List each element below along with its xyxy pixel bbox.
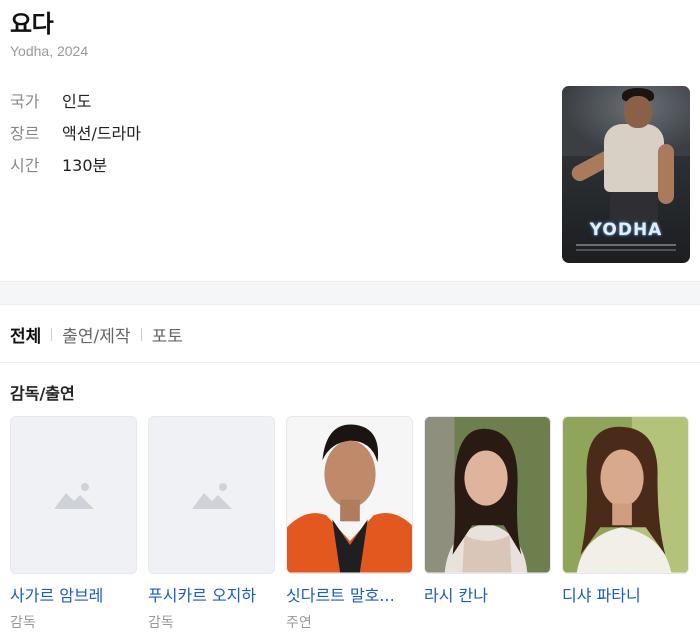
placeholder-image-icon: [54, 483, 94, 509]
info-key: 시간: [10, 156, 40, 175]
cast-card[interactable]: 디샤 파타니: [562, 416, 689, 612]
info-row-genre: 장르 액션/드라마: [10, 116, 141, 148]
section-title: 감독/출연: [10, 384, 75, 403]
tab-separator: [140, 328, 142, 341]
person-photo: [287, 417, 412, 573]
cast-card[interactable]: 사가르 암브레 감독: [10, 416, 137, 632]
tab-cast-crew[interactable]: 출연/제작: [62, 322, 130, 347]
cast-role: 주연: [286, 615, 312, 631]
info-row-country: 국가 인도: [10, 84, 141, 116]
person-photo: [425, 417, 550, 573]
info-value: 인도: [62, 92, 92, 111]
tab-bar: 전체 출연/제작 포토: [10, 322, 183, 347]
cast-photo[interactable]: [562, 416, 689, 574]
cast-photo[interactable]: [424, 416, 551, 574]
cast-name[interactable]: 라시 칸나: [424, 582, 552, 606]
cast-card[interactable]: 싯다르트 말호... 주연: [286, 416, 413, 632]
cast-photo[interactable]: [148, 416, 275, 574]
movie-title: 요다: [10, 10, 54, 38]
movie-info: 국가 인도 장르 액션/드라마 시간 130분: [10, 84, 141, 180]
cast-card[interactable]: 라시 칸나: [424, 416, 551, 612]
info-value: 130분: [62, 156, 108, 175]
info-value: 액션/드라마: [62, 124, 141, 143]
cast-role: 감독: [148, 615, 174, 631]
movie-poster[interactable]: YODHA: [562, 86, 690, 263]
cast-photo[interactable]: [10, 416, 137, 574]
cast-name[interactable]: 사가르 암브레: [10, 582, 138, 606]
section-divider: [0, 281, 700, 305]
cast-name[interactable]: 디샤 파타니: [562, 582, 690, 606]
poster-logo: YODHA: [589, 220, 663, 240]
tab-separator: [51, 328, 53, 341]
info-key: 국가: [10, 92, 40, 111]
cast-photo[interactable]: [286, 416, 413, 574]
cast-name[interactable]: 싯다르트 말호...: [286, 582, 414, 606]
tab-underline: [0, 362, 700, 363]
placeholder-image-icon: [192, 483, 232, 509]
info-key: 장르: [10, 124, 40, 143]
cast-role: 감독: [10, 615, 36, 631]
tab-photos[interactable]: 포토: [152, 322, 183, 347]
info-row-runtime: 시간 130분: [10, 148, 141, 180]
cast-card[interactable]: 푸시카르 오지하 감독: [148, 416, 275, 632]
cast-name[interactable]: 푸시카르 오지하: [148, 582, 276, 606]
person-photo: [563, 417, 688, 573]
tab-all[interactable]: 전체: [10, 322, 41, 347]
movie-subtitle: Yodha, 2024: [10, 43, 89, 59]
